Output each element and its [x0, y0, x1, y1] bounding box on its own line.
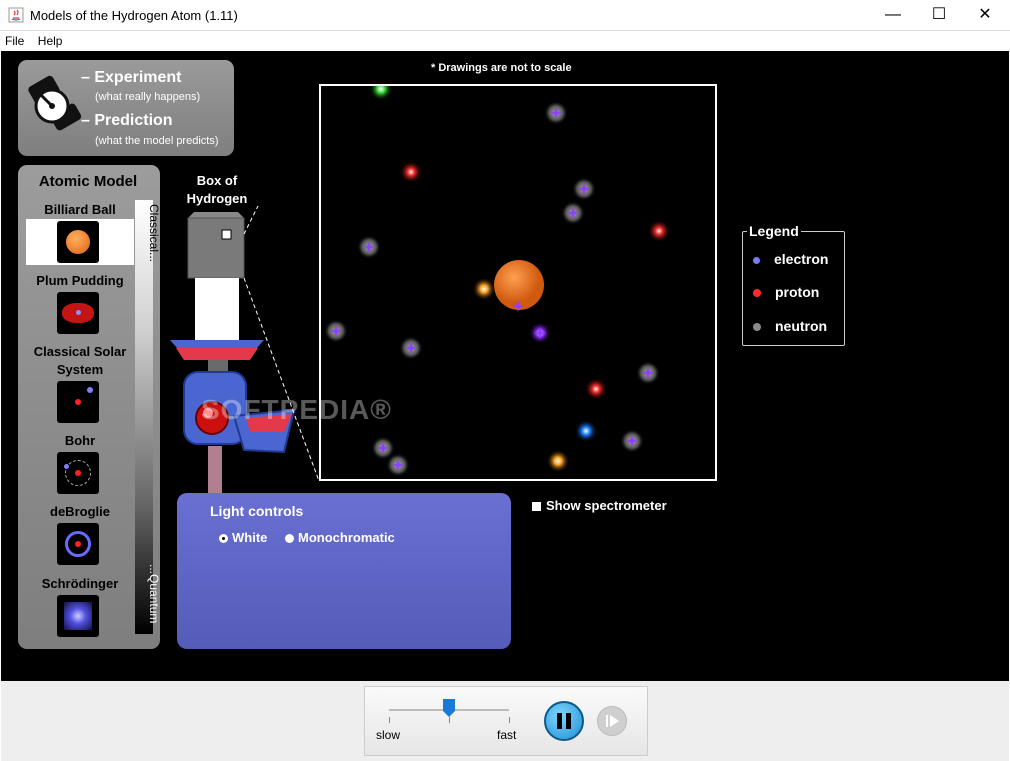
box-of-hydrogen-label: Box of Hydrogen	[186, 173, 248, 206]
zoomed-view-box	[319, 78, 717, 481]
experiment-option[interactable]: – Experiment	[81, 69, 181, 87]
step-forward-icon	[606, 715, 619, 727]
show-spectrometer-checkbox[interactable]: Show spectrometer	[532, 498, 667, 513]
bottom-control-bar: slow fast	[1, 681, 1009, 761]
maximize-button[interactable]: ☐	[916, 0, 962, 30]
proton-icon	[753, 289, 761, 298]
photon-red	[585, 378, 607, 400]
neutral-particle	[357, 235, 381, 259]
light-controls-panel: Light controls White Monochromatic	[177, 493, 511, 649]
legend-neutron: neutron	[753, 318, 827, 334]
light-monochromatic-radio[interactable]: Monochromatic	[285, 530, 395, 545]
speed-slow-label: slow	[376, 728, 401, 742]
model-classical-solar-system-icon[interactable]	[57, 381, 99, 423]
mode-panel: – Experiment (what really happens) – Pre…	[18, 60, 234, 156]
minimize-button[interactable]: —	[870, 0, 916, 30]
legend-proton: proton	[753, 284, 819, 300]
close-button[interactable]: ✕	[962, 0, 1008, 30]
neutral-particle	[399, 336, 423, 360]
model-label-schrodinger[interactable]: Schrödinger	[21, 575, 139, 593]
model-label-billiard-ball[interactable]: Billiard Ball	[21, 201, 139, 219]
step-button[interactable]	[597, 706, 627, 736]
atomic-model-title: Atomic Model	[38, 173, 138, 190]
atomic-model-panel: Atomic Model Billiard Ball Plum Pudding …	[18, 165, 161, 649]
hydrogen-atom-ball	[494, 260, 544, 310]
neutral-particle	[620, 429, 644, 453]
clock-control-panel: slow fast	[364, 686, 648, 756]
photon-orange	[547, 450, 569, 472]
menu-bar: File Help	[0, 31, 1010, 51]
pause-button[interactable]	[544, 701, 584, 741]
scale-bottom-label: ...Quantum	[147, 564, 161, 624]
photon-red	[400, 161, 422, 183]
model-billiard-ball-icon[interactable]	[57, 221, 99, 263]
mode-switch-icon[interactable]	[26, 74, 84, 134]
model-bohr-icon[interactable]	[57, 452, 99, 494]
model-label-debroglie[interactable]: deBroglie	[21, 503, 139, 521]
particle-field	[324, 78, 670, 477]
legend-electron: electron	[753, 251, 828, 267]
menu-file[interactable]: File	[5, 34, 24, 48]
neutron-icon	[753, 323, 761, 332]
neutral-particle	[572, 177, 596, 201]
neutral-particle	[636, 361, 660, 385]
pause-icon	[557, 713, 571, 729]
legend-title: Legend	[747, 223, 801, 239]
model-plum-pudding-icon[interactable]	[57, 292, 99, 334]
prediction-option[interactable]: – Prediction	[81, 112, 173, 130]
legend-box: Legend electron proton neutron	[742, 223, 845, 346]
neutral-particle	[561, 201, 585, 225]
light-white-radio[interactable]: White	[219, 530, 267, 545]
prediction-subtitle: (what the model predicts)	[95, 135, 219, 147]
model-label-classical-solar-system[interactable]: Classical Solar System	[21, 343, 139, 379]
model-label-bohr[interactable]: Bohr	[21, 432, 139, 450]
photon-violet	[529, 322, 551, 344]
window-title: Models of the Hydrogen Atom (1.11)	[30, 8, 238, 23]
model-schrodinger-icon[interactable]	[57, 595, 99, 637]
electron-icon	[753, 256, 760, 264]
title-bar: Models of the Hydrogen Atom (1.11) — ☐ ✕	[0, 0, 1010, 31]
photon-blue	[575, 420, 597, 442]
scale-top-label: Classical...	[147, 204, 161, 263]
photon-red	[648, 220, 670, 242]
photon-orange	[473, 278, 495, 300]
model-debroglie-icon[interactable]	[57, 523, 99, 565]
neutral-particle	[544, 101, 568, 125]
speed-slider-thumb[interactable]	[443, 699, 455, 717]
drawing-scale-note: * Drawings are not to scale	[431, 62, 572, 74]
neutral-particle	[324, 319, 348, 343]
classical-quantum-scale: Classical... ...Quantum	[135, 200, 161, 634]
java-app-icon	[8, 7, 24, 23]
photon-green	[370, 78, 392, 100]
speed-fast-label: fast	[497, 728, 517, 742]
hydrogen-apparatus	[170, 206, 320, 496]
model-label-plum-pudding[interactable]: Plum Pudding	[21, 272, 139, 290]
zoom-box-marker	[221, 229, 232, 240]
neutral-particle	[386, 453, 410, 477]
menu-help[interactable]: Help	[38, 34, 63, 48]
experiment-subtitle: (what really happens)	[95, 91, 201, 103]
simulation-canvas: – Experiment (what really happens) – Pre…	[1, 51, 1009, 681]
light-controls-title: Light controls	[210, 503, 304, 519]
